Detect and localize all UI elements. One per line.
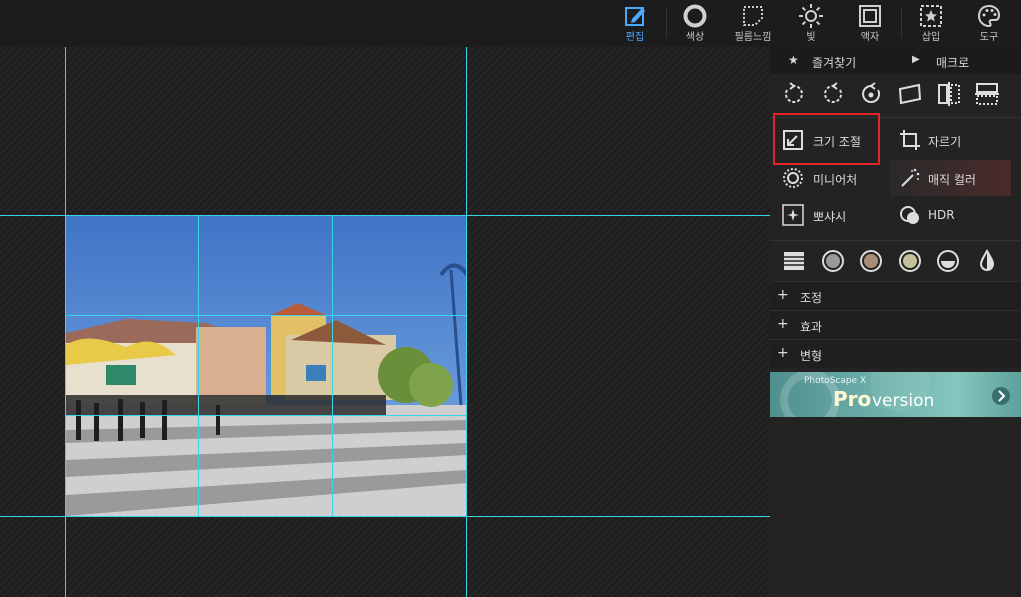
hdr-icon <box>900 206 919 224</box>
grid-line-horizontal <box>66 315 466 316</box>
plus-icon: + <box>777 316 789 332</box>
flip-horizontal-icon[interactable] <box>936 81 962 107</box>
miniature-label: 미니어처 <box>813 173 858 187</box>
resize-label: 크기 조절 <box>813 135 861 149</box>
tool-label: 삽입 <box>921 32 941 43</box>
tool-film[interactable]: 필름느낌 <box>723 0 783 47</box>
levels-icon[interactable] <box>782 249 806 273</box>
hdr-label: HDR <box>928 208 955 222</box>
guide-line-horizontal <box>0 516 770 517</box>
palette-icon <box>977 4 1001 28</box>
photo-scene <box>66 215 467 516</box>
banner-pro: Pro <box>833 387 872 411</box>
crop-button[interactable]: 자르기 <box>890 123 1010 159</box>
filter-half-icon[interactable] <box>936 249 960 273</box>
filter-tint-icon[interactable] <box>898 249 922 273</box>
sparkle-icon <box>782 204 804 226</box>
panel-divider <box>770 240 1021 241</box>
guide-line-vertical <box>466 47 467 597</box>
arrow-right-icon <box>992 387 1010 405</box>
tool-edit[interactable]: 편집 <box>605 0 665 47</box>
guide-line-horizontal <box>0 215 770 216</box>
insert-star-icon <box>920 5 942 27</box>
macro-button[interactable]: 매크로 <box>936 54 969 71</box>
photo-image <box>66 215 467 516</box>
bokeh-label: 뽀샤시 <box>813 210 847 224</box>
banner-brand: PhotoScape X <box>804 376 867 386</box>
tool-insert[interactable]: 삽입 <box>901 0 961 47</box>
grid-line-vertical <box>332 215 333 516</box>
top-toolbar: 편집 색상 필름느낌 빛 액자 삽입 도구 <box>0 0 1021 47</box>
guide-line-vertical <box>65 47 66 597</box>
rotate-left-icon[interactable] <box>781 81 807 107</box>
tool-label: 빛 <box>806 32 816 43</box>
banner-version: version <box>872 391 935 411</box>
tool-label: 색상 <box>685 32 705 43</box>
section-effects[interactable]: + 효과 <box>770 310 1021 339</box>
miniature-button[interactable]: 미니어처 <box>770 160 890 196</box>
play-icon: ▶ <box>912 54 920 65</box>
magic-color-button[interactable]: 매직 컬러 <box>890 160 1011 196</box>
star-icon: ★ <box>788 53 799 67</box>
rotate-right-icon[interactable] <box>820 81 846 107</box>
tool-label: 도구 <box>979 32 999 43</box>
flip-vertical-icon[interactable] <box>974 81 1000 107</box>
resize-icon <box>783 130 803 150</box>
section-label: 변형 <box>800 349 823 363</box>
miniature-icon <box>783 168 803 188</box>
hdr-button[interactable]: HDR <box>890 197 1010 233</box>
tool-label: 편집 <box>625 32 645 43</box>
pro-version-banner[interactable]: PhotoScape X Pro version <box>770 372 1021 417</box>
section-transform[interactable]: + 변형 <box>770 339 1021 368</box>
crop-label: 자르기 <box>928 135 962 149</box>
bokeh-button[interactable]: 뽀샤시 <box>770 197 890 233</box>
grid-line-horizontal <box>66 415 466 416</box>
sun-icon <box>799 4 823 28</box>
filter-gray-icon[interactable] <box>821 249 845 273</box>
tool-light[interactable]: 빛 <box>781 0 841 47</box>
section-label: 효과 <box>800 320 823 334</box>
magic-color-label: 매직 컬러 <box>928 173 976 187</box>
tool-label: 액자 <box>860 32 880 43</box>
section-adjust[interactable]: + 조정 <box>770 281 1021 310</box>
filter-sepia-icon[interactable] <box>859 249 883 273</box>
frame-icon <box>859 5 881 27</box>
section-label: 조정 <box>800 291 823 305</box>
plus-icon: + <box>777 287 789 303</box>
magic-wand-icon <box>901 168 920 187</box>
tool-color[interactable]: 색상 <box>665 0 725 47</box>
tool-frame[interactable]: 액자 <box>840 0 900 47</box>
editor-canvas[interactable] <box>0 47 770 597</box>
edit-icon <box>625 7 645 26</box>
favorites-macro-bar: ★ 즐겨찾기 ▶ 매크로 <box>770 47 1021 74</box>
film-icon <box>743 6 763 26</box>
plus-icon: + <box>777 345 789 361</box>
favorites-button[interactable]: 즐겨찾기 <box>812 54 856 71</box>
tool-tools[interactable]: 도구 <box>959 0 1019 47</box>
rotate-free-icon[interactable] <box>858 81 884 107</box>
drop-icon[interactable] <box>975 249 999 273</box>
crop-icon <box>900 130 920 150</box>
color-circle-icon <box>683 4 707 28</box>
straighten-icon[interactable] <box>897 81 923 107</box>
tool-label: 필름느낌 <box>734 32 772 43</box>
edit-panel: ★ 즐겨찾기 ▶ 매크로 크기 조절 자르기 미니어처 매직 컬러 뽀샤시 HD… <box>770 47 1021 597</box>
grid-line-vertical <box>198 215 199 516</box>
